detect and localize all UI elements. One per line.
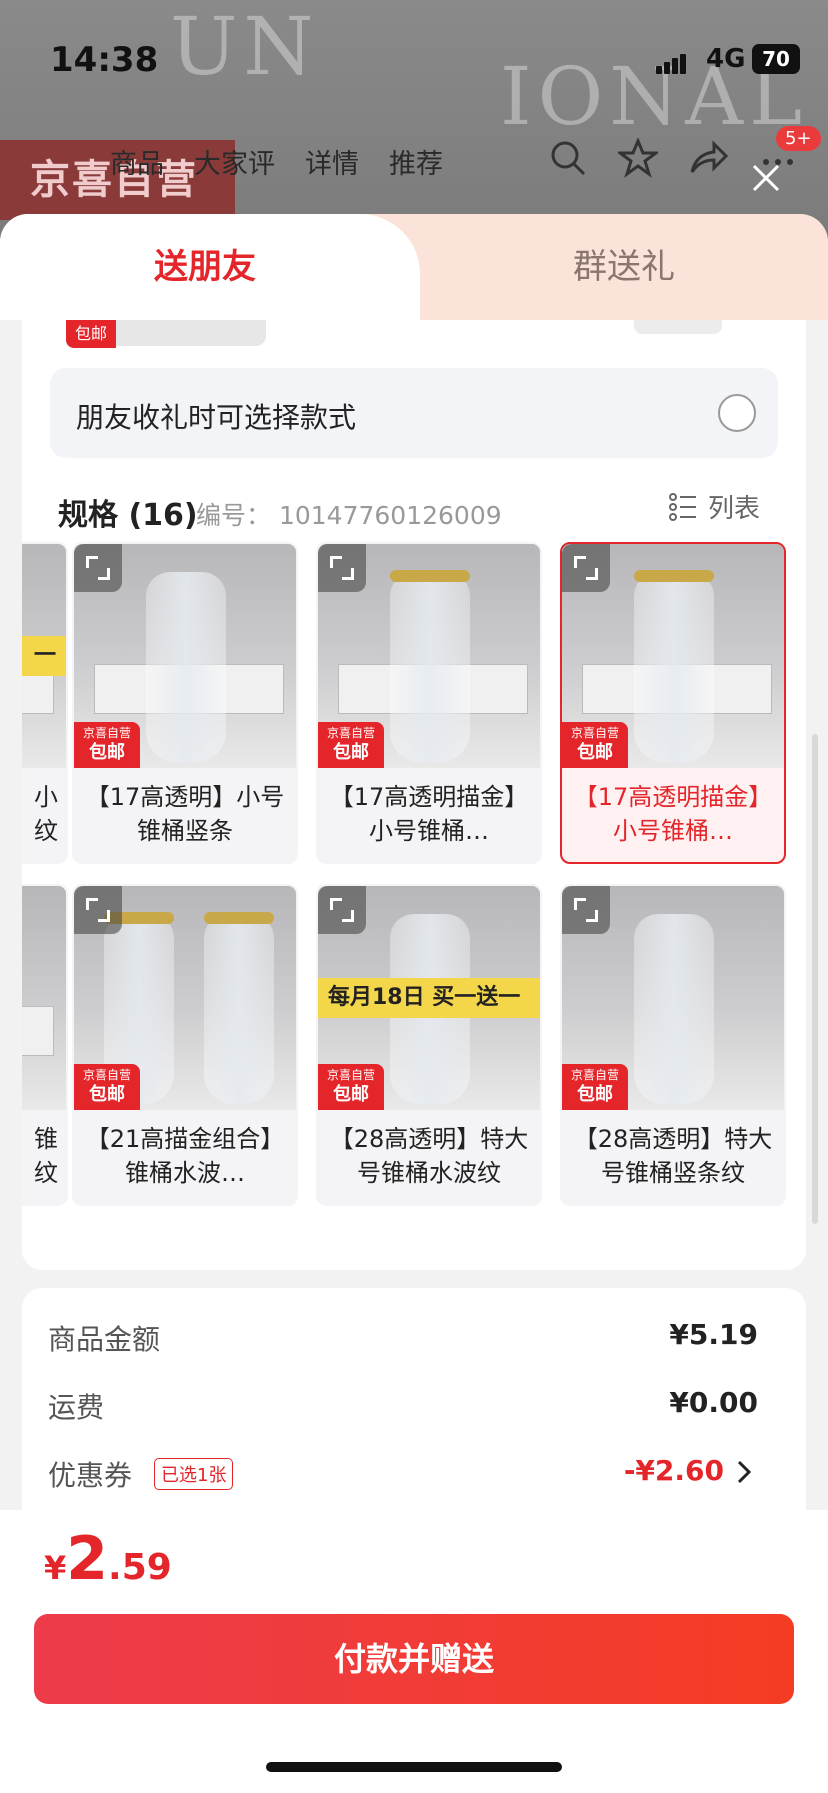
signal-icon [656, 52, 686, 74]
chevron-right-icon[interactable] [730, 1458, 758, 1486]
spec-tile-selected[interactable]: 京喜自营 包邮 【17高透明描金】小号锥桶… [560, 542, 786, 864]
spec-tile[interactable]: 锥 纹 [22, 884, 68, 1206]
jd-tag: 京喜自营 包邮 [74, 722, 140, 768]
coupon-value: -¥2.60 [623, 1454, 724, 1487]
tab-group-gift[interactable]: 群送礼 [420, 214, 828, 320]
product-code: 编号： 10147760126009 [196, 501, 502, 530]
free-shipping-tag: 包邮 [66, 320, 116, 348]
list-label: 列表 [708, 494, 761, 524]
spec-title: 规格 (16) [58, 498, 198, 533]
spec-name: 【17高透明描金】小号锥桶… [329, 783, 529, 845]
spec-name: 小 纹 [34, 783, 58, 845]
choose-style-option[interactable]: 朋友收礼时可选择款式 [50, 368, 778, 458]
spec-name: 锥 纹 [34, 1125, 58, 1187]
scrollbar[interactable] [812, 734, 818, 1224]
list-view-toggle[interactable]: 列表 [668, 488, 760, 525]
spec-name: 【21高描金组合】锥桶水波… [85, 1125, 285, 1187]
jd-tag: 京喜自营 包邮 [74, 1064, 140, 1110]
coupon-label: 优惠券 [48, 1459, 133, 1492]
goods-amount-row: 商品金额 ¥5.19 [48, 1318, 758, 1358]
nav-tab-recommend[interactable]: 推荐 [389, 142, 443, 181]
status-bar: 14:38 4G 70 [0, 0, 828, 120]
spec-name: 【28高透明】特大号锥桶竖条纹 [573, 1125, 773, 1187]
spec-tile[interactable]: 京喜自营 包邮 【21高描金组合】锥桶水波… [72, 884, 298, 1206]
nav-tab-goods[interactable]: 商品 [110, 142, 164, 181]
expand-icon[interactable] [562, 886, 610, 934]
home-indicator [266, 1762, 562, 1772]
price-integer: 2 [66, 1524, 109, 1594]
expand-icon[interactable] [74, 886, 122, 934]
pay-and-gift-button[interactable]: 付款并赠送 [34, 1614, 794, 1704]
tab-send-friend[interactable]: 送朋友 [0, 214, 410, 320]
spec-image [22, 886, 66, 1110]
battery-icon: 70 [752, 44, 800, 74]
goods-amount-label: 商品金额 [48, 1323, 161, 1356]
share-icon[interactable] [688, 138, 729, 178]
price-decimal: .59 [108, 1547, 172, 1588]
coupon-row[interactable]: 优惠券 已选1张 -¥2.60 [48, 1454, 758, 1494]
list-icon [668, 492, 698, 522]
expand-icon[interactable] [318, 544, 366, 592]
nav-tab-details[interactable]: 详情 [305, 142, 359, 181]
price-summary-card: 商品金额 ¥5.19 运费 ¥0.00 优惠券 已选1张 -¥2.60 [22, 1288, 806, 1548]
expand-icon[interactable] [318, 886, 366, 934]
checkout-footer: ¥2.59 付款并赠送 [0, 1510, 828, 1793]
jd-tag: 京喜自营 包邮 [318, 722, 384, 768]
spec-name: 【17高透明描金】小号锥桶… [573, 783, 773, 845]
expand-icon[interactable] [74, 544, 122, 592]
spec-tile[interactable]: 京喜自营 包邮 【28高透明】特大号锥桶竖条纹 [560, 884, 786, 1206]
spec-tile[interactable]: 每月18日 买一送一 京喜自营 包邮 【28高透明】特大号锥桶水波纹 [316, 884, 542, 1206]
total-price: ¥2.59 [44, 1524, 172, 1594]
choose-style-radio[interactable] [718, 394, 756, 432]
nav-tab-reviews[interactable]: 大家评 [194, 142, 275, 181]
promo-banner: 每月18日 买一送一 [318, 978, 540, 1018]
price-currency: ¥ [44, 1549, 67, 1587]
goods-amount-value: ¥5.19 [669, 1318, 758, 1351]
spec-name: 【17高透明】小号锥桶竖条 [85, 783, 285, 845]
coupon-selected-tag: 已选1张 [154, 1458, 234, 1490]
spec-grid: 一 小 纹 京喜自营 包邮 【17高透明】小号锥桶竖条 京喜自营 包邮 【17高透明… [22, 542, 806, 1242]
search-icon[interactable] [548, 138, 588, 178]
spec-image: 一 [22, 544, 66, 768]
expand-icon[interactable] [562, 544, 610, 592]
gift-mode-tabs: 送朋友 群送礼 [0, 214, 828, 320]
shipping-row: 运费 ¥0.00 [48, 1386, 758, 1426]
spec-tile[interactable]: 京喜自营 包邮 【17高透明描金】小号锥桶… [316, 542, 542, 864]
jd-tag: 京喜自营 包邮 [562, 1064, 628, 1110]
product-nav-tabs: 商品 大家评 详情 推荐 [110, 142, 443, 181]
star-icon[interactable] [615, 137, 661, 178]
close-icon[interactable] [748, 160, 784, 196]
jd-tag: 京喜自营 包邮 [562, 722, 628, 768]
stepper-partial [634, 320, 722, 334]
spec-tile[interactable]: 一 小 纹 [22, 542, 68, 864]
cart-badge: 5+ [776, 126, 821, 151]
spec-card: 包邮 朋友收礼时可选择款式 规格 (16) 编号： 10147760126009… [22, 320, 806, 1270]
spec-tile[interactable]: 京喜自营 包邮 【17高透明】小号锥桶竖条 [72, 542, 298, 864]
spec-name: 【28高透明】特大号锥桶水波纹 [329, 1125, 529, 1187]
choose-style-label: 朋友收礼时可选择款式 [76, 401, 357, 434]
shipping-label: 运费 [48, 1391, 105, 1424]
network-type: 4G [706, 44, 746, 74]
shipping-value: ¥0.00 [669, 1386, 758, 1419]
jd-tag: 京喜自营 包邮 [318, 1064, 384, 1110]
status-time: 14:38 [50, 40, 159, 80]
